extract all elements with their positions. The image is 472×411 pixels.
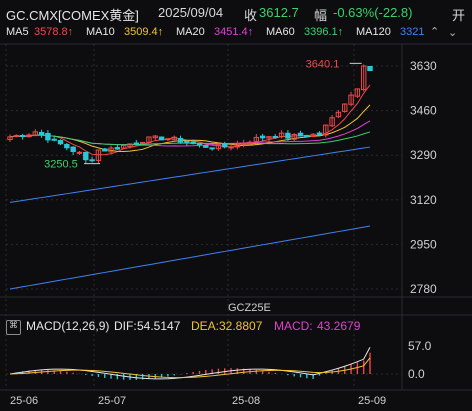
ma250-line [9,225,371,290]
candle-down [133,142,140,145]
candle-up [13,134,20,137]
price-axis-label: 2780 [410,282,437,296]
candle-down [57,139,64,145]
time-axis-label: 25-07 [98,395,126,407]
ma20-line [9,120,371,147]
candlesticks [7,64,373,164]
candle-down [285,132,291,139]
price-axis-label: 3290 [410,148,437,162]
candle-down [209,147,215,150]
macd-panel [9,346,371,380]
time-axis-label: 25-09 [358,395,386,407]
settings-icon-glyph: ⌘ [9,320,18,330]
candle-down [190,141,196,145]
ma120-line [9,146,371,203]
contract-label: GCZ25E [228,302,271,314]
time-axis-label: 25-08 [232,395,260,407]
candle-down [83,151,89,161]
candle-up [240,142,247,145]
candle-down [114,147,121,150]
candle-down [158,136,165,141]
dif-line [9,346,371,380]
price-axis-label: 3120 [410,193,437,207]
candle-down [297,132,304,137]
dif-value: 54.5147 [137,319,181,333]
price-axis-label: 3460 [410,104,437,118]
candle-down [316,132,323,136]
ma5-line [9,84,371,156]
candle-down [89,159,95,162]
macd-legend: ⌘ MACD(12,26,9) DIF: 54.5147 DEA: 32.880… [0,318,472,336]
candle-down [184,140,190,144]
candle-down [70,146,76,152]
ma10-line [9,104,371,152]
candle-up [165,138,171,141]
dif-label: DIF: [114,319,137,333]
low-annotation: 3250.5 [44,159,78,171]
candle-down [51,138,57,141]
ma-lines [9,84,371,290]
candle-down [19,135,26,138]
candle-down [196,143,203,146]
macd-axis-label: 57.0 [408,339,432,353]
dea-label: DEA: [191,319,220,333]
candle-down [64,144,70,149]
high-annotation: 3640.1 [306,58,340,70]
candle-down [38,131,45,136]
candle-up [228,146,234,149]
candle-down [259,135,266,139]
candle-down [304,134,310,138]
candle-down [222,143,228,148]
kline-chart[interactable]: 3630 3460 3290 3120 2950 2780 GCZ25E 25-06 25-07… [0,0,472,411]
candle-down [367,65,373,72]
price-axis-label: 3630 [410,59,437,73]
candle-down [272,136,278,139]
candle-down [102,148,108,152]
candle-down [45,132,51,141]
grid-lines [0,43,472,391]
ma60-line [9,131,371,146]
candle-down [177,138,184,143]
price-axis-label: 2950 [410,237,437,251]
time-axis-label: 25-06 [10,395,38,407]
candle-down [203,144,209,148]
macd-title: MACD(12,26,9) [26,319,110,333]
macd-axis-label: 0.0 [408,367,425,381]
macd-value: 43.2679 [317,319,361,333]
candle-up [76,151,83,154]
macd-label: MACD: [274,319,313,333]
dea-value: 32.8807 [219,319,263,333]
